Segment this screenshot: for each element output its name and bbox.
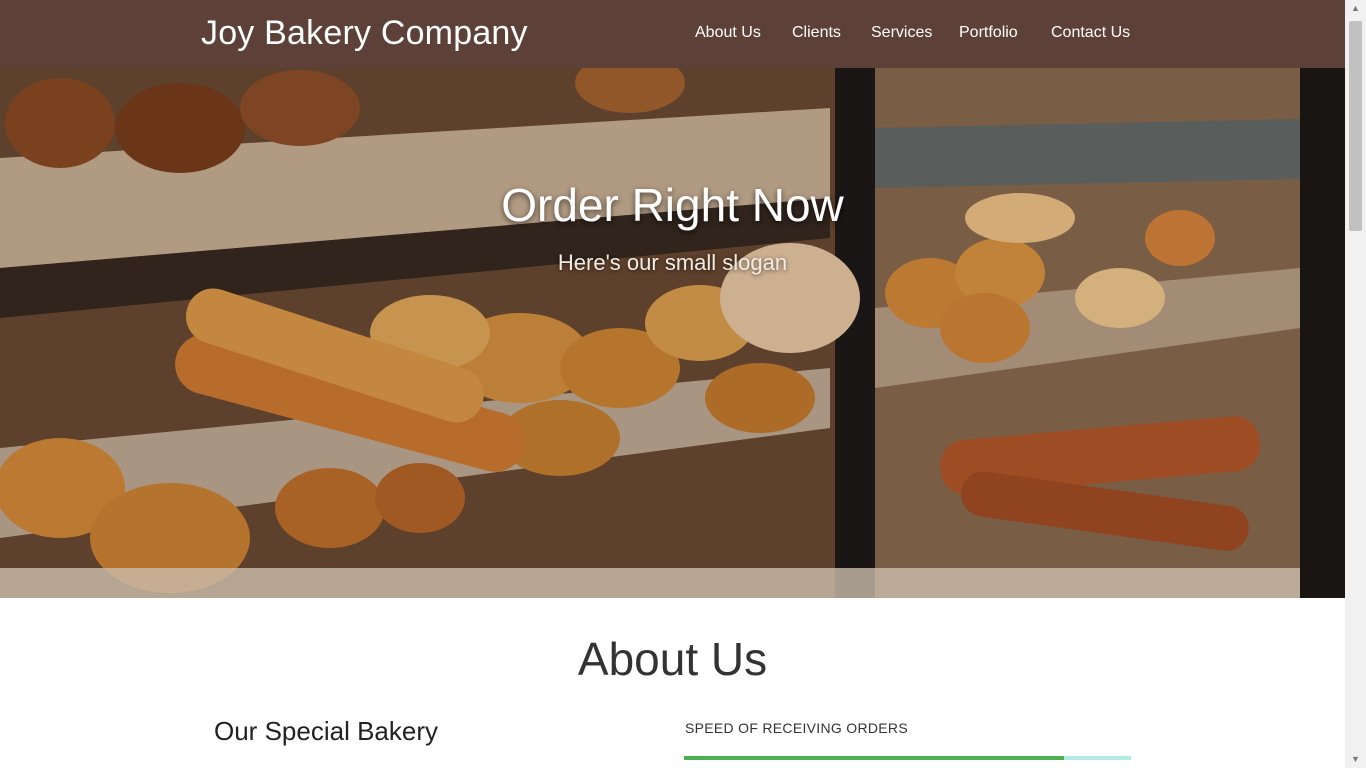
hero-subtitle: Here's our small slogan: [557, 250, 788, 275]
progress-bar-fill: [684, 756, 1064, 760]
nav-link-portfolio[interactable]: Portfolio: [959, 24, 1018, 42]
nav-link-contact-us[interactable]: Contact Us: [1051, 24, 1130, 42]
arrow-down-icon[interactable]: ▼: [1345, 751, 1366, 768]
navbar: Joy Bakery Company About Us Clients Serv…: [0, 0, 1345, 68]
hero-banner: Order Right Now Here's our small slogan: [0, 68, 1345, 598]
progress-bar: [684, 756, 1131, 760]
vertical-scrollbar[interactable]: ▲ ▼: [1345, 0, 1366, 768]
main-nav: About Us Clients Services Portfolio Cont…: [0, 24, 1345, 48]
scrollbar-thumb[interactable]: [1349, 21, 1362, 231]
hero-title: Order Right Now: [501, 179, 844, 231]
progress-label: SPEED OF RECEIVING ORDERS: [685, 720, 908, 736]
page: Joy Bakery Company About Us Clients Serv…: [0, 0, 1345, 768]
about-section-title: About Us: [577, 633, 768, 685]
nav-link-about-us[interactable]: About Us: [695, 24, 761, 42]
nav-link-services[interactable]: Services: [871, 24, 932, 42]
hero-background-image: [0, 68, 1345, 598]
arrow-up-icon[interactable]: ▲: [1345, 0, 1366, 17]
nav-link-clients[interactable]: Clients: [792, 24, 841, 42]
about-subheading: Our Special Bakery: [214, 716, 438, 746]
